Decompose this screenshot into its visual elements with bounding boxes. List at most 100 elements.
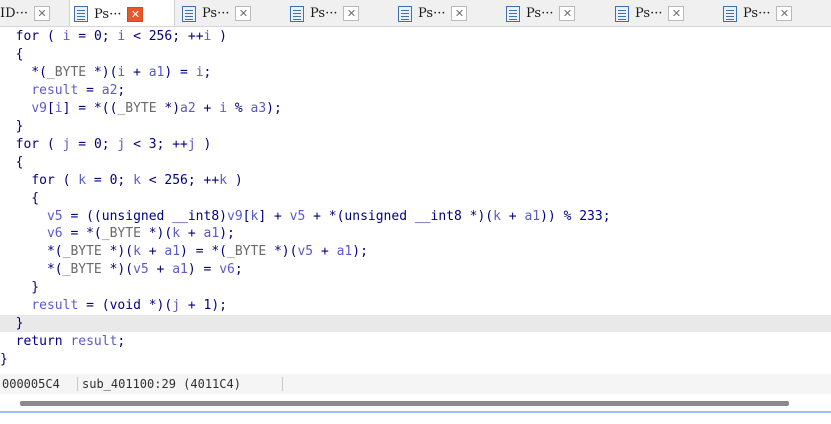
- status-divider: [77, 377, 78, 391]
- code-line[interactable]: v9[i] = *((_BYTE *)a2 + i % a3);: [0, 100, 831, 117]
- close-icon[interactable]: ✕: [668, 6, 685, 21]
- code-token: +: [140, 244, 165, 260]
- code-token[interactable]: a1: [164, 244, 180, 259]
- code-token: ;: [117, 82, 126, 98]
- code-line[interactable]: result = (void *)(j + 1);: [0, 297, 831, 314]
- close-icon[interactable]: ✕: [33, 6, 50, 21]
- code-token: =: [86, 172, 110, 188]
- tab-pseudocode-5[interactable]: Ps··· ✕: [502, 0, 608, 26]
- tab-pseudocode-4[interactable]: Ps··· ✕: [394, 0, 499, 26]
- code-line[interactable]: {: [0, 46, 831, 63]
- close-icon[interactable]: ✕: [127, 6, 144, 22]
- horizontal-scrollbar[interactable]: [0, 396, 831, 410]
- code-token[interactable]: k: [172, 226, 180, 241]
- code-line[interactable]: {: [0, 190, 831, 207]
- code-line[interactable]: for ( k = 0; k < 256; ++k ): [0, 172, 831, 189]
- code-token[interactable]: a1: [204, 226, 220, 241]
- tab-pseudocode-6[interactable]: Ps··· ✕: [611, 0, 716, 26]
- code-token[interactable]: a2: [102, 83, 118, 98]
- pseudocode-view[interactable]: for ( i = 0; i < 256; ++i ) { *(_BYTE *)…: [0, 28, 831, 371]
- tab-pseudocode-1[interactable]: Ps··· ✕: [69, 0, 175, 26]
- code-token[interactable]: j: [172, 298, 180, 313]
- code-token: ; ++: [172, 29, 204, 44]
- code-token[interactable]: v5: [290, 209, 306, 224]
- code-line[interactable]: return result;: [0, 333, 831, 350]
- code-token: ;: [602, 208, 611, 224]
- code-token: ;: [101, 29, 118, 44]
- code-token: _BYTE: [46, 64, 87, 80]
- tab-pseudocode-0[interactable]: ID··· ✕: [0, 0, 56, 26]
- code-token: ;: [101, 136, 118, 152]
- code-line[interactable]: *(_BYTE *)(i + a1) = i;: [0, 64, 831, 81]
- code-token[interactable]: v5: [47, 209, 63, 224]
- code-token[interactable]: k: [219, 173, 227, 188]
- code-line[interactable]: *(_BYTE *)(v5 + a1) = v6;: [0, 261, 831, 278]
- code-token[interactable]: k: [133, 244, 141, 259]
- scrollbar-thumb[interactable]: [20, 401, 789, 406]
- code-token[interactable]: i: [219, 101, 227, 116]
- code-token: +: [148, 262, 173, 278]
- code-token: (: [39, 29, 63, 44]
- code-token[interactable]: k: [493, 209, 501, 224]
- code-token[interactable]: k: [133, 173, 141, 188]
- code-token: = ((unsigned __int8): [62, 208, 227, 224]
- code-token[interactable]: v9: [227, 209, 243, 224]
- code-token[interactable]: a1: [524, 209, 540, 224]
- code-token[interactable]: v5: [133, 262, 149, 277]
- code-token[interactable]: a1: [172, 262, 188, 277]
- code-line[interactable]: for ( j = 0; j < 3; ++j ): [0, 136, 831, 153]
- code-token[interactable]: k: [78, 173, 86, 188]
- tab-pseudocode-3[interactable]: Ps··· ✕: [286, 0, 391, 26]
- code-token: *)(: [266, 244, 298, 260]
- code-line[interactable]: result = a2;: [0, 82, 831, 99]
- close-icon[interactable]: ✕: [235, 6, 252, 21]
- close-icon[interactable]: ✕: [451, 6, 468, 21]
- code-line[interactable]: }: [0, 351, 831, 368]
- code-line[interactable]: for ( i = 0; i < 256; ++i ): [0, 28, 831, 45]
- code-token[interactable]: v9: [31, 101, 47, 116]
- code-token[interactable]: result: [31, 83, 78, 98]
- code-token[interactable]: a3: [251, 101, 267, 116]
- code-token: }: [0, 280, 40, 296]
- code-token: + *(unsigned __int8 *)(: [305, 208, 494, 224]
- code-token: _BYTE: [117, 100, 157, 116]
- code-token: );: [219, 226, 235, 242]
- close-icon[interactable]: ✕: [559, 6, 576, 21]
- code-token: _BYTE: [101, 226, 141, 242]
- code-token: }: [0, 316, 24, 332]
- code-token: [: [46, 100, 55, 116]
- tab-pseudocode-2[interactable]: Ps··· ✕: [178, 0, 283, 26]
- code-line[interactable]: }: [0, 279, 831, 296]
- code-line[interactable]: {: [0, 154, 831, 171]
- code-token: 256: [164, 172, 188, 188]
- code-token: (: [54, 172, 79, 188]
- code-token[interactable]: v6: [47, 226, 63, 241]
- close-icon[interactable]: ✕: [343, 6, 360, 21]
- code-line[interactable]: }: [0, 315, 831, 333]
- code-line[interactable]: }: [0, 118, 831, 135]
- code-token[interactable]: v6: [219, 262, 235, 277]
- tab-pseudocode-7[interactable]: Ps··· ✕: [719, 0, 824, 26]
- code-line[interactable]: *(_BYTE *)(k + a1) = *(_BYTE *)(v5 + a1)…: [0, 243, 831, 260]
- pseudocode-document-icon: [398, 5, 412, 22]
- code-line[interactable]: v5 = ((unsigned __int8)v9[k] + v5 + *(un…: [0, 208, 831, 225]
- code-token[interactable]: result: [70, 334, 117, 349]
- code-token[interactable]: j: [188, 137, 196, 152]
- code-token[interactable]: a1: [149, 65, 165, 80]
- code-line[interactable]: v6 = *(_BYTE *)(k + a1);: [0, 225, 831, 242]
- code-token[interactable]: v5: [297, 244, 313, 259]
- code-token: (: [39, 136, 63, 152]
- code-token[interactable]: a2: [180, 101, 196, 116]
- code-token: ) =: [164, 64, 196, 80]
- code-token: for: [15, 29, 40, 44]
- code-token[interactable]: i: [55, 101, 63, 116]
- code-token: +: [195, 100, 220, 116]
- code-token[interactable]: a1: [337, 244, 353, 259]
- code-token[interactable]: result: [31, 298, 78, 313]
- close-icon[interactable]: ✕: [776, 6, 793, 21]
- code-token: {: [0, 190, 40, 206]
- code-token: = (void *)(: [78, 298, 173, 314]
- tab-bar: ID··· ✕ Ps··· ✕ Ps··· ✕ Ps··· ✕ Ps··· ✕ Ps··· ✕ Ps··…: [0, 0, 831, 27]
- panel-bottom-border: [0, 411, 831, 413]
- code-token[interactable]: i: [196, 65, 204, 80]
